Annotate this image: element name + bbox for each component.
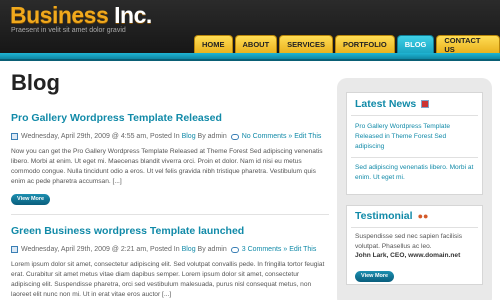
post-category-link[interactable]: Blog [182,133,196,140]
nav-item-services[interactable]: SERVICES [279,35,333,53]
testimonial-title: Testimonial [355,210,413,222]
post-edit-link[interactable]: Edit This [289,246,316,253]
page-title: Blog [11,70,60,95]
nav-item-portfolio[interactable]: PORTFOLIO [334,35,395,53]
blog-post: Green Business wordpress Template launch… [11,225,329,300]
testimonial-author: John Lark, CEO, www.domain.net [355,252,461,259]
post-excerpt: Now you can get the Pro Gallery Wordpres… [11,148,323,185]
post-meta: Wednesday, April 29th, 2009 @ 2:21 am , … [11,246,329,253]
post-edit-link[interactable]: Edit This [294,133,321,140]
blog-post: Pro Gallery Wordpress Template Released … [11,112,329,205]
latest-news-title: Latest News [355,98,417,110]
by-text: By [195,133,208,140]
latest-news-widget: Latest News Pro Gallery Wordpress Templa… [346,92,483,195]
by-text: By [195,246,208,253]
widget-title: Latest News [347,98,482,110]
testimonial-button-row: View More [347,264,482,282]
post-divider [11,214,329,215]
widget-divider [351,115,478,116]
post-date: Wednesday, April 29th, 2009 @ 4:55 am [21,133,147,140]
news-icon [421,100,430,108]
post-author: admin [207,246,227,253]
calendar-icon [11,133,18,140]
site-logo[interactable]: Business Inc. [10,2,152,29]
testimonial-text: Suspendisse sed nec sapien facilisis vol… [355,233,463,250]
post-excerpt: Lorem ipsum dolor sit amet, consectetur … [11,261,325,298]
site-tagline: Praesent in velit sit amet dolor gravid [11,27,126,34]
nav-item-home[interactable]: HOME [194,35,233,53]
post-meta: Wednesday, April 29th, 2009 @ 4:55 am , … [11,133,329,140]
posted-in-text: , Posted In [146,246,182,253]
main-nav: HOME ABOUT SERVICES PORTFOLIO BLOG CONTA… [194,35,500,54]
logo-accent-text: Inc. [108,2,152,28]
nav-item-about[interactable]: ABOUT [234,35,278,53]
widget-divider [351,157,478,158]
testimonial-widget: Testimonial ●● Suspendisse sed nec sapie… [346,205,483,285]
logo-main-text: Business [10,2,109,28]
comment-bubble-icon [230,133,239,140]
header-stripe-shadow [0,59,500,61]
nav-item-blog[interactable]: BLOG [396,35,435,53]
post-comments-link[interactable]: No Comments » [242,133,293,140]
posted-in-text: , Posted In [146,133,182,140]
site-header: Business Inc. Praesent in velit sit amet… [0,0,500,60]
people-icon: ●● [417,211,429,221]
view-more-button[interactable]: View More [355,270,395,282]
nav-item-contact-us[interactable]: CONTACT US [436,35,500,54]
widget-divider [351,227,478,228]
post-comments-link[interactable]: 3 Comments » [242,246,288,253]
comment-bubble-icon [230,246,239,253]
news-item-link[interactable]: Sed adipiscing venenatis libero. Morbi a… [347,163,482,183]
widget-title: Testimonial ●● [347,210,482,222]
post-title-link[interactable]: Pro Gallery Wordpress Template Released [11,112,329,124]
calendar-icon [11,246,18,253]
post-category-link[interactable]: Blog [182,246,196,253]
post-title-link[interactable]: Green Business wordpress Template launch… [11,225,329,237]
post-author: admin [207,133,227,140]
view-more-button[interactable]: View More [11,193,51,205]
news-item-link[interactable]: Pro Gallery Wordpress Template Released … [347,122,482,152]
post-date: Wednesday, April 29th, 2009 @ 2:21 am [21,246,147,253]
